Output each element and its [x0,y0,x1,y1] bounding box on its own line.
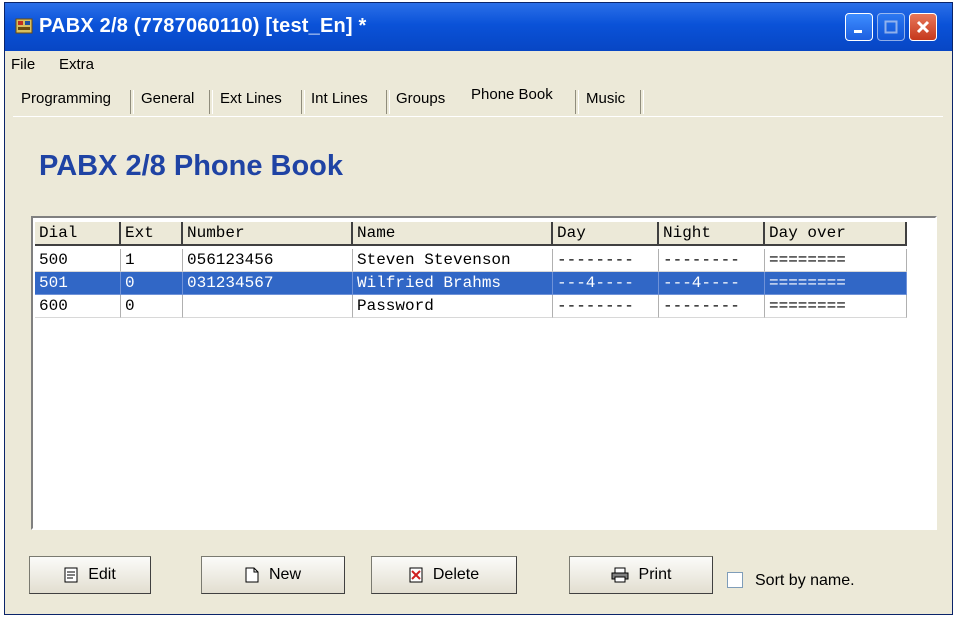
delete-button-label: Delete [432,566,480,583]
cell-dial: 500 [35,249,121,272]
column-header-dial[interactable]: Dial [35,222,121,246]
edit-button[interactable]: Edit [29,556,151,594]
cell-ext: 0 [121,295,183,318]
column-header-name[interactable]: Name [353,222,553,246]
maximize-button[interactable] [877,13,905,41]
cell-day: -------- [553,295,659,318]
tab-programming[interactable]: Programming [21,90,111,114]
tab-strip: Programming General Ext Lines Int Lines … [13,86,942,116]
tab-divider [640,90,644,114]
column-header-day-over[interactable]: Day over [765,222,907,246]
print-button[interactable]: Print [569,556,713,594]
print-button-label: Print [638,566,672,583]
edit-button-label: Edit [88,566,116,583]
app-window: PABX 2/8 (7787060110) [test_En] * File E… [4,2,953,615]
cell-night: -------- [659,295,765,318]
close-icon [916,20,930,34]
tab-divider [386,90,390,114]
tab-divider [130,90,134,114]
cell-night: ---4---- [659,272,765,295]
tab-divider [575,90,579,114]
delete-document-icon [409,567,423,583]
table-row[interactable]: 600 0 Password -------- -------- =======… [35,295,907,318]
tab-int-lines[interactable]: Int Lines [311,90,368,114]
tab-general[interactable]: General [141,90,194,114]
document-icon [64,567,78,583]
tab-ext-lines[interactable]: Ext Lines [220,90,282,114]
cell-ext: 1 [121,249,183,272]
new-document-icon [245,567,259,583]
cell-day-over: ======== [765,272,907,295]
tab-phone-book[interactable]: Phone Book [471,86,553,110]
minimize-button[interactable] [845,13,873,41]
sort-by-name-checkbox[interactable] [727,572,743,588]
new-button-label: New [268,566,301,583]
tab-divider [301,90,305,114]
column-header-ext[interactable]: Ext [121,222,183,246]
tab-music[interactable]: Music [586,90,625,114]
phone-book-table[interactable]: Dial Ext Number Name Day Night Day over … [31,216,937,530]
column-header-number[interactable]: Number [183,222,353,246]
printer-icon [611,567,629,583]
page-title: PABX 2/8 Phone Book [39,150,344,182]
delete-button[interactable]: Delete [371,556,517,594]
menu-file[interactable]: File [11,56,35,73]
tab-groups[interactable]: Groups [396,90,445,114]
cell-number [183,295,353,318]
cell-dial: 501 [35,272,121,295]
table-row[interactable]: 500 1 056123456 Steven Stevenson -------… [35,249,907,272]
close-button[interactable] [909,13,937,41]
title-bar[interactable]: PABX 2/8 (7787060110) [test_En] * [5,3,952,51]
cell-name: Wilfried Brahms [353,272,553,295]
minimize-icon [854,30,862,33]
column-header-night[interactable]: Night [659,222,765,246]
menu-bar: File Extra [5,51,952,81]
cell-ext: 0 [121,272,183,295]
maximize-icon [884,20,898,34]
new-button[interactable]: New [201,556,345,594]
cell-day-over: ======== [765,249,907,272]
window-title: PABX 2/8 (7787060110) [test_En] * [39,15,367,37]
column-header-day[interactable]: Day [553,222,659,246]
cell-day: ---4---- [553,272,659,295]
cell-dial: 600 [35,295,121,318]
app-icon [15,18,33,34]
cell-name: Steven Stevenson [353,249,553,272]
sort-by-name-label[interactable]: Sort by name. [755,572,855,590]
cell-number: 056123456 [183,249,353,272]
table-row-selected[interactable]: 501 0 031234567 Wilfried Brahms ---4----… [35,272,907,295]
tab-divider [209,90,213,114]
menu-extra[interactable]: Extra [59,56,94,73]
cell-name: Password [353,295,553,318]
cell-day: -------- [553,249,659,272]
cell-day-over: ======== [765,295,907,318]
cell-number: 031234567 [183,272,353,295]
cell-night: -------- [659,249,765,272]
